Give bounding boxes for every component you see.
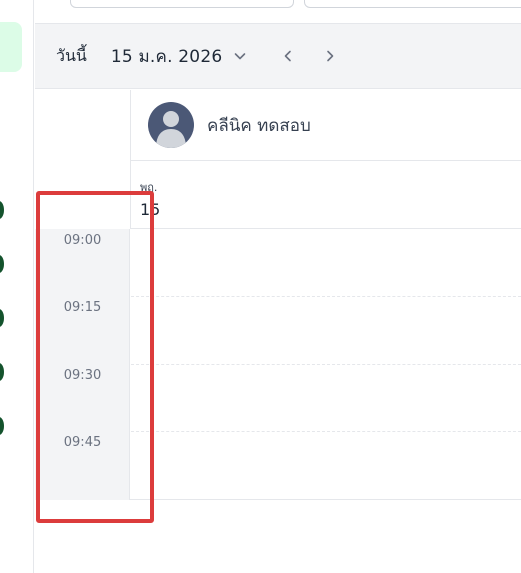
top-filter-strip (35, 0, 521, 22)
sidebar-nav-dot[interactable] (0, 309, 4, 327)
sidebar-nav-dot[interactable] (0, 255, 4, 273)
time-slot[interactable] (131, 364, 521, 432)
calendar-toolbar: วันนี้ 15 ม.ค. 2026 (35, 23, 521, 89)
sidebar-nav-dot[interactable] (0, 201, 4, 219)
chevron-right-icon[interactable] (320, 46, 340, 66)
time-label: 09:00 (63, 233, 102, 248)
user-avatar-icon (148, 102, 194, 148)
time-slot[interactable] (131, 229, 521, 297)
resource-name: คลีนิค ทดสอบ (207, 115, 311, 136)
time-label: 09:30 (63, 368, 102, 383)
sidebar-active-item[interactable] (0, 22, 22, 72)
day-header[interactable]: พฤ. 15 (131, 162, 521, 229)
time-slot[interactable] (131, 432, 521, 500)
time-gutter: 09:00 09:15 09:30 09:45 (35, 229, 130, 500)
calendar-grid: คลีนิค ทดสอบ พฤ. 15 09:00 09:15 09:30 09… (35, 90, 521, 500)
sidebar-nav-dot[interactable] (0, 417, 4, 435)
time-gutter-corner (35, 90, 130, 229)
current-date-label[interactable]: 15 ม.ค. 2026 (111, 43, 223, 70)
time-label: 09:45 (63, 435, 102, 450)
today-button[interactable]: วันนี้ (56, 44, 87, 69)
chevron-down-icon[interactable] (232, 48, 248, 64)
calendar-page: วันนี้ 15 ม.ค. 2026 คลีนิค ทดสอบ พฤ. 15 (0, 0, 521, 573)
left-sidebar (0, 0, 34, 573)
time-slots (131, 229, 521, 500)
time-slot[interactable] (131, 297, 521, 365)
time-label: 09:15 (63, 300, 102, 315)
day-number: 15 (140, 200, 161, 219)
chevron-left-icon[interactable] (278, 46, 298, 66)
day-weekday: พฤ. (140, 181, 158, 194)
sidebar-nav-dot[interactable] (0, 363, 4, 381)
filter-input[interactable] (304, 0, 521, 8)
filter-input[interactable] (70, 0, 294, 8)
resource-header: คลีนิค ทดสอบ (131, 90, 521, 161)
